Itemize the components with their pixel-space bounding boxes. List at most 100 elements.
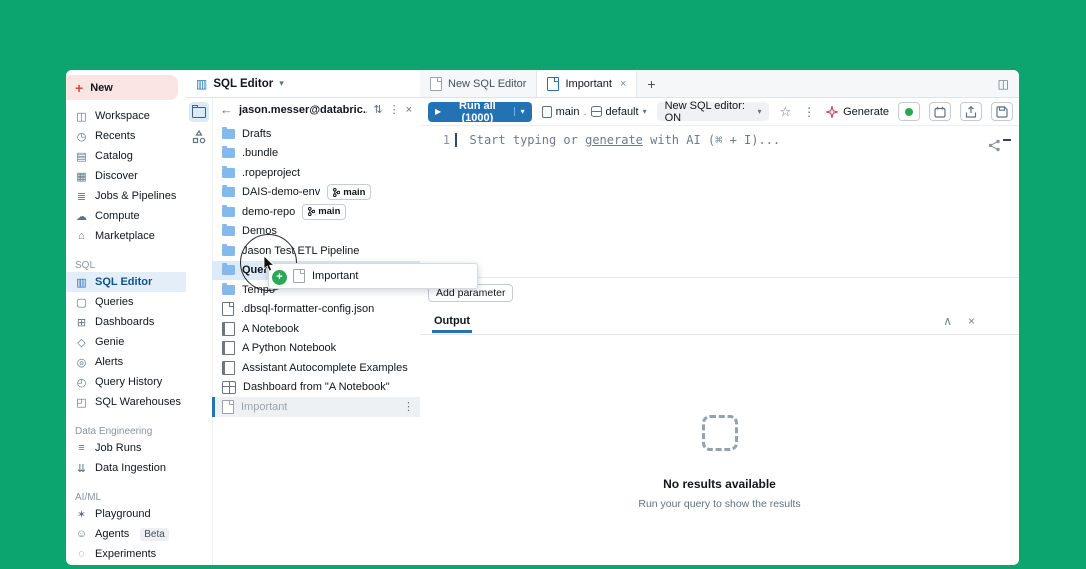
collapse-handle-icon — [1003, 139, 1011, 141]
notebook-icon — [222, 360, 235, 375]
ai-sparkle-icon — [826, 105, 839, 118]
output-header: Output ∧ × — [420, 308, 1019, 335]
chevron-down-icon: ▾ — [757, 107, 762, 116]
tree-item-dashboard-from-a-notebook[interactable]: Dashboard from "A Notebook" — [212, 378, 420, 398]
drag-ghost-label: Important — [312, 270, 359, 282]
tree-item-demo-repo[interactable]: demo-repo main — [212, 202, 420, 222]
generate-link[interactable]: generate — [585, 133, 643, 147]
sidebar-item-jobs-pipelines[interactable]: ≣ Jobs & Pipelines — [66, 186, 186, 206]
new-button[interactable]: + New — [66, 75, 178, 100]
schedule-button[interactable] — [929, 102, 951, 121]
sidebar-item-data-ingestion[interactable]: ⇊ Data Ingestion — [66, 458, 186, 478]
file-icon — [222, 302, 234, 317]
tree-item-drafts[interactable]: Drafts — [212, 124, 420, 144]
agents-icon: ☺ — [75, 528, 88, 540]
split-view-icon[interactable]: ◫ — [988, 70, 1019, 97]
generate-button[interactable]: Generate — [826, 105, 889, 118]
folder-icon — [222, 126, 235, 139]
tree-item-jason-test-etl-pipeline[interactable]: Jason Test ETL Pipeline — [212, 241, 420, 261]
git-branch-icon — [333, 187, 341, 197]
kebab-menu-icon[interactable]: ⋮ — [801, 105, 817, 119]
git-branch-badge[interactable]: main — [327, 184, 372, 201]
sidebar-item-dashboards[interactable]: ⊞ Dashboards — [66, 312, 186, 332]
tree-item-a-notebook[interactable]: A Notebook — [212, 319, 420, 339]
tree-item-bundle[interactable]: .bundle — [212, 144, 420, 164]
jobs-pipelines-icon: ≣ — [76, 190, 87, 203]
tree-item-a-python-notebook[interactable]: A Python Notebook — [212, 339, 420, 359]
code-area[interactable]: 1 Start typing or generate with AI (⌘ + … — [420, 133, 1019, 277]
new-sql-editor-toggle[interactable]: New SQL editor: ON ▾ — [656, 100, 770, 124]
close-icon[interactable]: × — [406, 104, 412, 116]
git-branch-badge[interactable]: main — [302, 203, 347, 220]
notebook-icon — [222, 321, 235, 336]
no-results-icon — [701, 415, 738, 451]
breadcrumb-path[interactable]: jason.messer@databric... — [239, 104, 367, 116]
catalog-tab-button[interactable] — [189, 127, 209, 147]
tree-item-demos[interactable]: Demos — [212, 222, 420, 242]
sidebar-item-workspace[interactable]: ◫ Workspace — [66, 106, 186, 126]
dashboards-icon: ⊞ — [76, 316, 87, 329]
dashboard-icon — [222, 380, 236, 394]
discover-icon: ▦ — [76, 170, 87, 183]
kebab-menu-icon[interactable]: ⋮ — [403, 400, 414, 413]
sort-icon[interactable]: ⇅ — [373, 103, 382, 116]
sidebar-item-sql-warehouses[interactable]: ◰ SQL Warehouses — [66, 392, 186, 412]
collapse-output-icon[interactable]: ∧ — [943, 314, 952, 328]
tree-item-dais-demo-env[interactable]: DAIS-demo-env main — [212, 183, 420, 203]
query-file-icon — [547, 76, 560, 91]
new-tab-button[interactable]: + — [637, 70, 665, 97]
tree-item-ropeproject[interactable]: .ropeproject — [212, 163, 420, 183]
run-all-button[interactable]: ▶ Run all (1000) ▾ — [428, 100, 532, 124]
tab-new-sql-editor[interactable]: New SQL Editor — [420, 70, 538, 97]
chevron-down-icon: ▾ — [642, 107, 647, 116]
query-file-icon — [293, 269, 305, 283]
back-arrow-icon[interactable]: ← — [220, 102, 233, 117]
sidebar-item-agents[interactable]: ☺ Agents Beta — [66, 524, 186, 544]
kebab-menu-icon[interactable]: ⋮ — [389, 103, 400, 116]
sidebar-item-experiments[interactable]: ◌ Experiments — [66, 544, 186, 564]
breadcrumb: ← jason.messer@databric... ⇅ ⋮ × — [212, 97, 420, 122]
editor-toolbar: ▶ Run all (1000) ▾ main . default ▾ New … — [420, 98, 1019, 126]
sidebar-item-alerts[interactable]: ◎ Alerts — [66, 352, 186, 372]
files-tab-button[interactable] — [189, 102, 209, 122]
live-status-button[interactable] — [898, 102, 920, 121]
sidebar-item-job-runs[interactable]: ≡ Job Runs — [66, 438, 186, 458]
sidebar-item-genie[interactable]: ◇ Genie — [66, 332, 186, 352]
query-history-icon: ◴ — [76, 376, 87, 389]
editor-tab-bar: New SQL Editor Important × + ◫ — [420, 70, 1019, 98]
favorite-star-icon[interactable]: ☆ — [779, 104, 791, 120]
share-nodes-icon — [988, 139, 1000, 152]
close-output-icon[interactable]: × — [968, 314, 975, 328]
tree-item-assistant-autocomplete-examples[interactable]: Assistant Autocomplete Examples — [212, 358, 420, 378]
green-dot-icon — [905, 107, 913, 116]
run-options-caret-icon[interactable]: ▾ — [513, 107, 525, 116]
browser-header[interactable]: ▥ SQL Editor ▾ — [186, 70, 420, 98]
sidebar-item-recents[interactable]: ◷ Recents — [66, 126, 186, 146]
catalog-schema-selector[interactable]: main . default ▾ — [541, 105, 647, 118]
file-tree: Drafts .bundle .ropeproject DAIS-demo-en… — [212, 124, 420, 565]
tree-item-dbsql-formatter-config[interactable]: .dbsql-formatter-config.json — [212, 300, 420, 320]
tab-important[interactable]: Important × — [537, 70, 638, 97]
repo-folder-icon — [222, 185, 235, 198]
sidebar-item-sql-editor[interactable]: ▥ SQL Editor — [66, 272, 186, 292]
sidebar-item-discover[interactable]: ▦ Discover — [66, 166, 186, 186]
tree-item-important-selected[interactable]: Important ⋮ — [212, 397, 420, 417]
workspace-icon: ◫ — [76, 110, 87, 123]
sidebar-item-marketplace[interactable]: ⌂ Marketplace — [66, 226, 186, 246]
git-branch-icon — [308, 207, 316, 217]
sidebar-item-playground[interactable]: ✶ Playground — [66, 504, 186, 524]
sidebar-item-compute[interactable]: ☁ Compute — [66, 206, 186, 226]
section-label-sql: SQL — [75, 259, 96, 271]
save-button[interactable] — [991, 102, 1013, 121]
sidebar-item-catalog[interactable]: ▤ Catalog — [66, 146, 186, 166]
experiments-icon: ◌ — [78, 548, 85, 560]
close-tab-icon[interactable]: × — [620, 78, 626, 90]
sidebar-item-queries[interactable]: ▢ Queries — [66, 292, 186, 312]
output-tab[interactable]: Output — [432, 310, 473, 333]
sidebar-item-query-history[interactable]: ◴ Query History — [66, 372, 186, 392]
folder-icon — [222, 282, 235, 295]
section-label-aiml: AI/ML — [75, 491, 102, 503]
code-line-1: 1 Start typing or generate with AI (⌘ + … — [420, 133, 1019, 147]
schema-browser-toggle[interactable] — [988, 139, 1011, 152]
share-button[interactable] — [960, 102, 982, 121]
